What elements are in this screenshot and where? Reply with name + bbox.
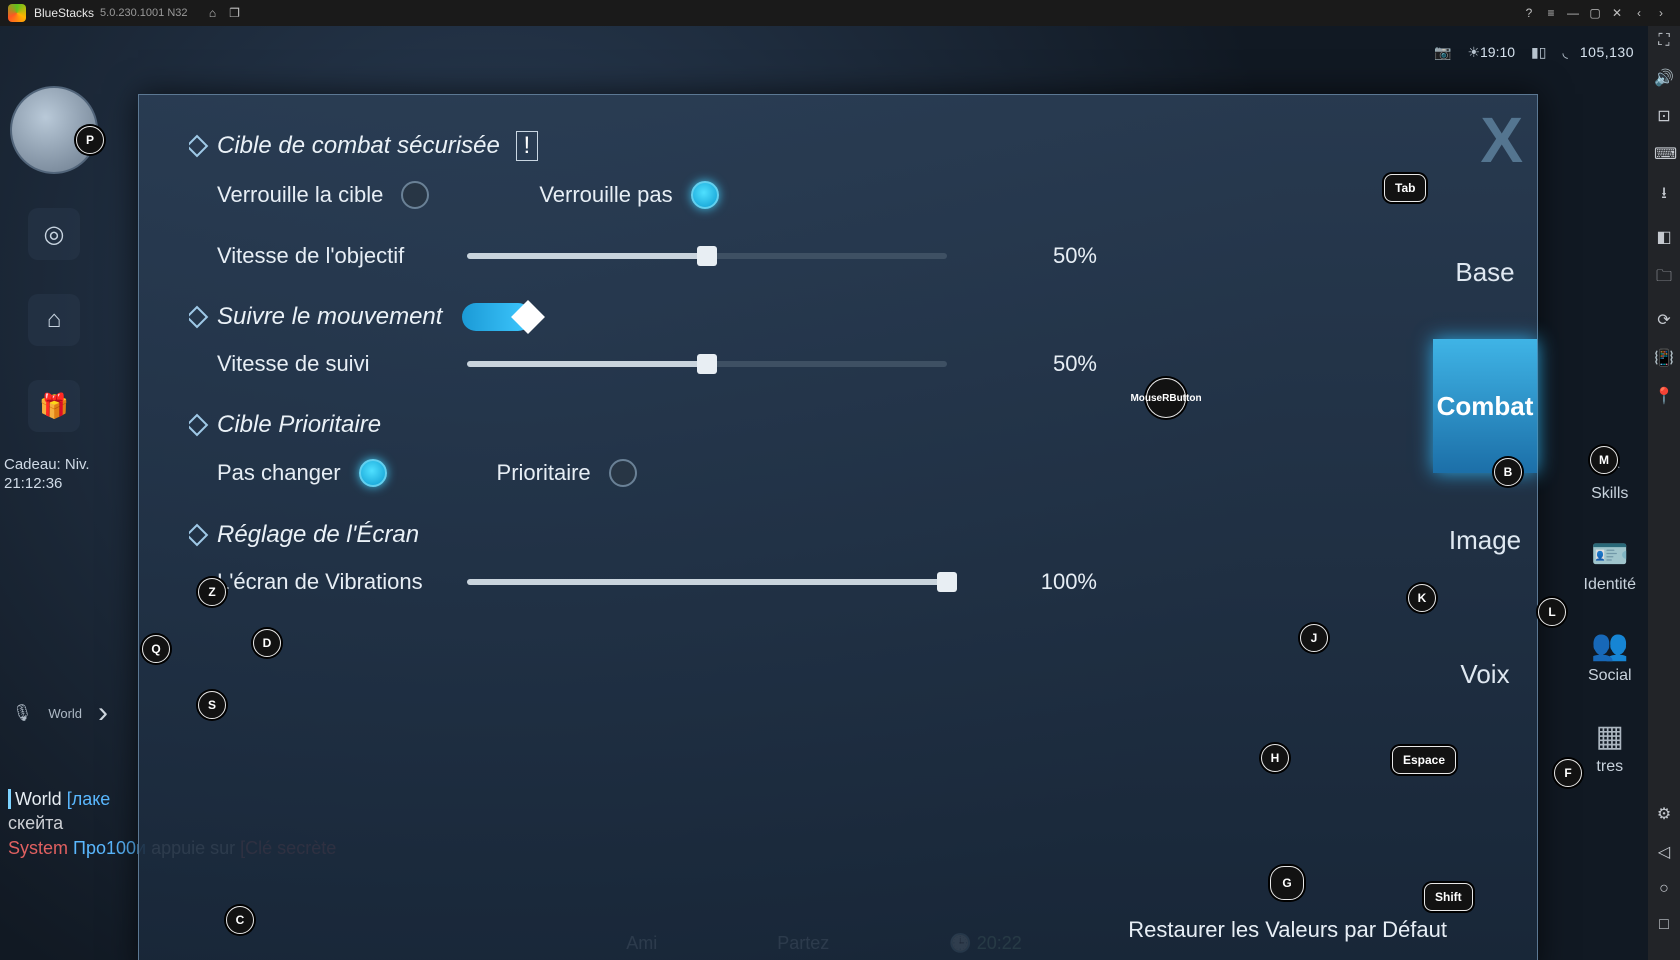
bluestacks-side-panel: ⛶ 🔊 ⊡ ⌨ ⭳ ◧ 🗀 ⟳ 📳 📍 ⚙ ◁ ○ □ bbox=[1648, 26, 1680, 960]
keybadge-f: F bbox=[1554, 759, 1582, 787]
hamburger-icon[interactable]: ≡ bbox=[1540, 6, 1562, 20]
grid-icon: ▦ bbox=[1596, 719, 1624, 754]
close-icon[interactable]: X bbox=[1480, 103, 1517, 177]
back-icon[interactable]: ◁ bbox=[1654, 842, 1674, 862]
hud-left-column: ◎ ⌂ 🎁 bbox=[10, 86, 98, 432]
people-icon: 👥 bbox=[1591, 628, 1628, 663]
battery-icon: ▮▯ bbox=[1531, 44, 1546, 61]
maximize-icon[interactable]: ▢ bbox=[1584, 6, 1606, 20]
player-avatar[interactable] bbox=[10, 86, 98, 174]
app-name: BlueStacks bbox=[34, 6, 94, 20]
radio-icon bbox=[401, 181, 429, 209]
voice-channel-label: World bbox=[48, 706, 82, 721]
rotate-icon[interactable]: ⟳ bbox=[1654, 310, 1674, 330]
game-viewport: 📷 ☀ 19:10 ▮▯ ◟ 105,130 ◎ ⌂ 🎁 Cadeau: Niv… bbox=[0, 26, 1648, 960]
close-window-icon[interactable]: ✕ bbox=[1606, 6, 1628, 20]
location-icon[interactable]: 📍 bbox=[1654, 386, 1674, 406]
tab-base[interactable]: Base bbox=[1433, 205, 1537, 339]
settings-gear-icon[interactable]: ⚙ bbox=[1654, 804, 1674, 824]
hud-right-column: ✡ Skills 🪪 Identité 👥 Social ▦ tres bbox=[1584, 446, 1636, 776]
tab-voix[interactable]: Voix bbox=[1433, 607, 1537, 741]
app-version: 5.0.230.1001 N32 bbox=[100, 7, 187, 19]
brightness-icon[interactable]: ☀ bbox=[1467, 44, 1480, 61]
radio-no-change[interactable]: Pas changer bbox=[217, 459, 387, 487]
screenshot-icon[interactable]: ◧ bbox=[1654, 227, 1674, 247]
bluestacks-logo-icon bbox=[8, 4, 26, 22]
target-lock-radio-group: Verrouille la cible Verrouille pas bbox=[189, 181, 1417, 209]
bluestacks-titlebar: BlueStacks 5.0.230.1001 N32 ⌂ ❐ ? ≡ — ▢ … bbox=[0, 0, 1680, 26]
gift-icon[interactable]: 🎁 bbox=[28, 380, 80, 432]
microphone-icon[interactable]: 🎙 bbox=[12, 703, 32, 723]
others-button[interactable]: ▦ tres bbox=[1596, 719, 1624, 776]
settings-modal: X Base Combat Image Voix Cible de combat… bbox=[138, 94, 1538, 960]
section-priority-target: Cible Prioritaire bbox=[189, 411, 1417, 439]
install-apk-icon[interactable]: ⭳ bbox=[1654, 182, 1674, 209]
shake-icon[interactable]: 📳 bbox=[1654, 348, 1674, 368]
recents-icon[interactable]: □ bbox=[1654, 916, 1674, 934]
volume-icon[interactable]: 🔊 bbox=[1654, 68, 1674, 88]
help-icon[interactable]: ? bbox=[1518, 6, 1540, 20]
priority-radio-group: Pas changer Prioritaire bbox=[189, 459, 1417, 487]
settings-content: Cible de combat sécurisée! Verrouille la… bbox=[189, 125, 1417, 883]
hud-clock: 19:10 bbox=[1480, 44, 1515, 60]
identity-button[interactable]: 🪪 Identité bbox=[1584, 537, 1636, 594]
slider-track[interactable] bbox=[467, 253, 947, 259]
home-hud-icon[interactable]: ⌂ bbox=[28, 294, 80, 346]
currency-amount: 105,130 bbox=[1580, 44, 1634, 60]
star-icon: ✡ bbox=[1597, 446, 1622, 481]
chevron-right-icon[interactable]: › bbox=[1650, 6, 1672, 20]
multi-instance-icon[interactable]: ❐ bbox=[224, 6, 246, 20]
chevron-right-icon[interactable]: › bbox=[98, 696, 108, 730]
media-folder-icon[interactable]: 🗀 bbox=[1654, 265, 1674, 292]
section-screen-settings: Réglage de l'Écran bbox=[189, 521, 1417, 549]
warning-icon: ! bbox=[516, 131, 538, 161]
tab-image[interactable]: Image bbox=[1433, 473, 1537, 607]
camera-icon[interactable]: 📷 bbox=[1434, 44, 1451, 61]
slider-follow-speed: Vitesse de suivi 50% bbox=[189, 351, 1417, 377]
chevron-left-icon[interactable]: ‹ bbox=[1628, 6, 1650, 20]
fullscreen-icon[interactable]: ⛶ bbox=[1654, 32, 1674, 50]
keymap-icon[interactable]: ⌨ bbox=[1654, 144, 1674, 164]
voice-chat-row[interactable]: 🎙 World › bbox=[12, 696, 108, 730]
section-secure-target: Cible de combat sécurisée! bbox=[189, 131, 1417, 161]
id-card-icon: 🪪 bbox=[1591, 537, 1628, 572]
restore-defaults-button[interactable]: Restaurer les Valeurs par Défaut bbox=[1128, 917, 1447, 943]
slider-vibration: L'écran de Vibrations 100% bbox=[189, 569, 1417, 595]
home-icon[interactable]: ⌂ bbox=[202, 6, 224, 20]
slider-track[interactable] bbox=[467, 361, 947, 367]
toggle-knob-icon bbox=[511, 300, 545, 334]
minimize-icon[interactable]: — bbox=[1562, 6, 1584, 20]
settings-tabs: Base Combat Image Voix bbox=[1433, 205, 1537, 741]
skills-button[interactable]: ✡ Skills bbox=[1591, 446, 1628, 503]
section-follow-movement: Suivre le mouvement bbox=[189, 303, 1417, 331]
slider-objective-speed: Vitesse de l'objectif 50% bbox=[189, 243, 1417, 269]
gift-label: Cadeau: Niv. 21:12:36 bbox=[4, 456, 90, 494]
follow-movement-toggle[interactable] bbox=[462, 303, 532, 331]
radio-no-lock[interactable]: Verrouille pas bbox=[539, 181, 718, 209]
keybadge-l: L bbox=[1538, 598, 1566, 626]
lock-cursor-icon[interactable]: ⊡ bbox=[1654, 106, 1674, 126]
slider-track[interactable] bbox=[467, 579, 947, 585]
target-icon[interactable]: ◎ bbox=[28, 208, 80, 260]
social-button[interactable]: 👥 Social bbox=[1588, 628, 1632, 685]
wifi-icon: ◟ bbox=[1562, 44, 1567, 61]
radio-icon bbox=[691, 181, 719, 209]
radio-lock-target[interactable]: Verrouille la cible bbox=[217, 181, 429, 209]
radio-icon bbox=[359, 459, 387, 487]
home-nav-icon[interactable]: ○ bbox=[1654, 880, 1674, 898]
radio-priority[interactable]: Prioritaire bbox=[497, 459, 637, 487]
radio-icon bbox=[609, 459, 637, 487]
hud-top-bar: 📷 ☀ 19:10 ▮▯ ◟ 105,130 bbox=[0, 26, 1648, 78]
tab-combat[interactable]: Combat bbox=[1433, 339, 1537, 473]
